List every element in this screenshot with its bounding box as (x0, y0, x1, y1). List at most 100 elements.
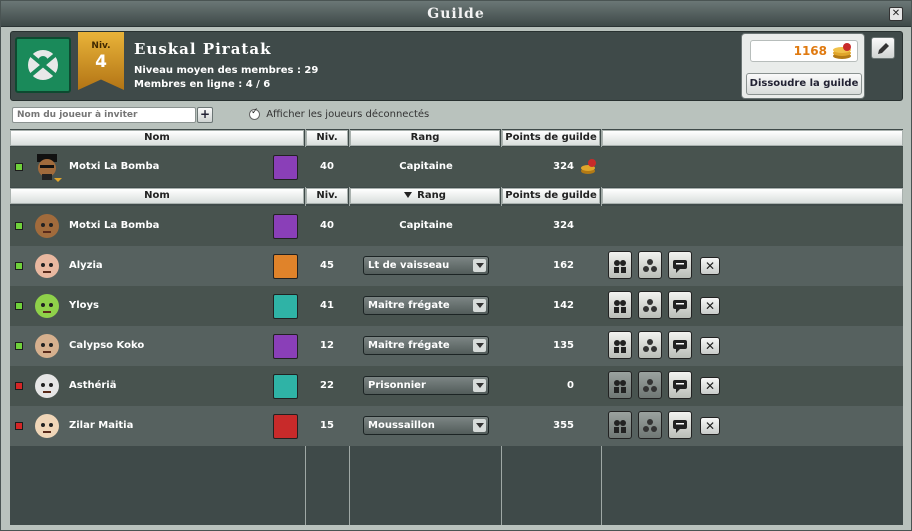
rights-button[interactable] (608, 251, 632, 279)
col-header-actions (602, 188, 903, 204)
guild-money: 1168 (750, 40, 858, 62)
rights-button[interactable] (608, 331, 632, 359)
member-points: 0 (567, 380, 574, 391)
xp-share-button[interactable] (638, 371, 662, 399)
chevron-down-icon (473, 379, 486, 392)
rank-select[interactable]: Moussaillon (363, 416, 489, 435)
xp-share-button[interactable] (638, 411, 662, 439)
rights-button[interactable] (608, 411, 632, 439)
self-row[interactable]: Motxi La Bomba 40 Capitaine 324 (10, 147, 903, 187)
invite-player-input[interactable] (12, 107, 196, 123)
close-icon[interactable]: ✕ (889, 7, 903, 21)
table-header-self: Nom Niv. Rang Points de guilde (10, 130, 903, 146)
member-points: 142 (553, 300, 574, 311)
col-header-level[interactable]: Niv. (306, 188, 348, 204)
table-row[interactable]: Calypso Koko 12 Maitre frégate 135 ✕ (10, 326, 903, 366)
col-header-name[interactable]: Nom (10, 188, 304, 204)
class-icon (273, 334, 298, 359)
kick-icon[interactable]: ✕ (700, 297, 720, 315)
dissolve-guild-button[interactable]: Dissoudre la guilde (746, 73, 862, 95)
status-online-icon (15, 222, 23, 230)
rank-select-value: Prisonnier (368, 380, 426, 391)
title-bar[interactable]: Guilde ✕ (1, 1, 911, 27)
avatar (35, 294, 59, 318)
col-header-rank[interactable]: Rang (350, 130, 500, 146)
rank-select[interactable]: Maitre frégate (363, 336, 489, 355)
member-level: 40 (320, 220, 334, 231)
rank-select[interactable]: Maitre frégate (363, 296, 489, 315)
chat-icon (673, 420, 687, 433)
chat-button[interactable] (668, 371, 692, 399)
chat-button[interactable] (668, 291, 692, 319)
level-label: Niv. (91, 41, 111, 51)
avatar (35, 374, 59, 398)
rank-select[interactable]: Prisonnier (363, 376, 489, 395)
guild-level-badge: Niv. 4 (78, 32, 124, 90)
rank-select-value: Lt de vaisseau (368, 260, 450, 271)
sort-desc-icon (404, 192, 413, 198)
avatar (35, 414, 59, 438)
rank-select-value: Moussaillon (368, 420, 435, 431)
chevron-down-icon (473, 299, 486, 312)
member-name: Alyzia (69, 260, 103, 271)
status-offline-icon (15, 422, 23, 430)
money-panel: 1168 Dissoudre la guilde (741, 33, 865, 99)
chat-icon (673, 340, 687, 353)
pencil-icon (878, 43, 889, 54)
member-level: 12 (320, 340, 334, 351)
class-icon (273, 155, 298, 180)
avg-level-text: Niveau moyen des membres : 29 (134, 65, 319, 76)
member-level: 22 (320, 380, 334, 391)
member-name: Motxi La Bomba (69, 161, 160, 172)
member-points: 355 (553, 420, 574, 431)
class-icon (273, 374, 298, 399)
chat-button[interactable] (668, 411, 692, 439)
guild-level: 4 (95, 52, 107, 72)
status-online-icon (15, 342, 23, 350)
avatar (35, 254, 59, 278)
col-header-level[interactable]: Niv. (306, 130, 348, 146)
table-row[interactable]: Yloys 41 Maitre frégate 142 ✕ (10, 286, 903, 326)
kick-icon[interactable]: ✕ (700, 257, 720, 275)
xp-share-button[interactable] (638, 291, 662, 319)
kick-icon[interactable]: ✕ (700, 417, 720, 435)
xp-share-button[interactable] (638, 331, 662, 359)
rank-select[interactable]: Lt de vaisseau (363, 256, 489, 275)
rights-button[interactable] (608, 371, 632, 399)
col-header-rank[interactable]: Rang (350, 188, 500, 204)
window-title: Guilde (427, 6, 485, 22)
xp-share-button[interactable] (638, 251, 662, 279)
table-row[interactable]: Asthériä 22 Prisonnier 0 ✕ (10, 366, 903, 406)
member-points: 324 (553, 220, 574, 231)
table-row[interactable]: Alyzia 45 Lt de vaisseau 162 ✕ (10, 246, 903, 286)
status-online-icon (15, 163, 23, 171)
table-row[interactable]: Zilar Maitia 15 Moussaillon 355 ✕ (10, 406, 903, 446)
avatar (35, 334, 59, 358)
chat-icon (673, 260, 687, 273)
status-online-icon (15, 262, 23, 270)
rank-select-value: Maitre frégate (368, 340, 450, 351)
chat-button[interactable] (668, 331, 692, 359)
show-offline-toggle[interactable]: Afficher les joueurs déconnectés (249, 107, 429, 123)
member-name: Calypso Koko (69, 340, 145, 351)
kick-icon[interactable]: ✕ (700, 337, 720, 355)
coin-stack-icon (581, 159, 596, 174)
chat-button[interactable] (668, 251, 692, 279)
col-header-rank-label: Rang (417, 190, 446, 201)
guild-name: Euskal Piratak (134, 40, 272, 58)
guild-emblem-icon (15, 37, 71, 93)
table-row[interactable]: Motxi La Bomba 40 Capitaine 324 (10, 206, 903, 246)
chat-icon (673, 300, 687, 313)
dots-icon (643, 339, 657, 352)
table-header-members: Nom Niv. Rang Points de guilde (10, 188, 903, 204)
invite-add-button[interactable]: + (197, 107, 213, 123)
show-offline-checkbox[interactable] (249, 107, 260, 120)
kick-icon[interactable]: ✕ (700, 377, 720, 395)
col-header-name[interactable]: Nom (10, 130, 304, 146)
col-header-points[interactable]: Points de guilde (502, 130, 600, 146)
edit-button[interactable] (871, 37, 895, 59)
status-offline-icon (15, 382, 23, 390)
rights-button[interactable] (608, 291, 632, 319)
col-header-points[interactable]: Points de guilde (502, 188, 600, 204)
member-level: 41 (320, 300, 334, 311)
